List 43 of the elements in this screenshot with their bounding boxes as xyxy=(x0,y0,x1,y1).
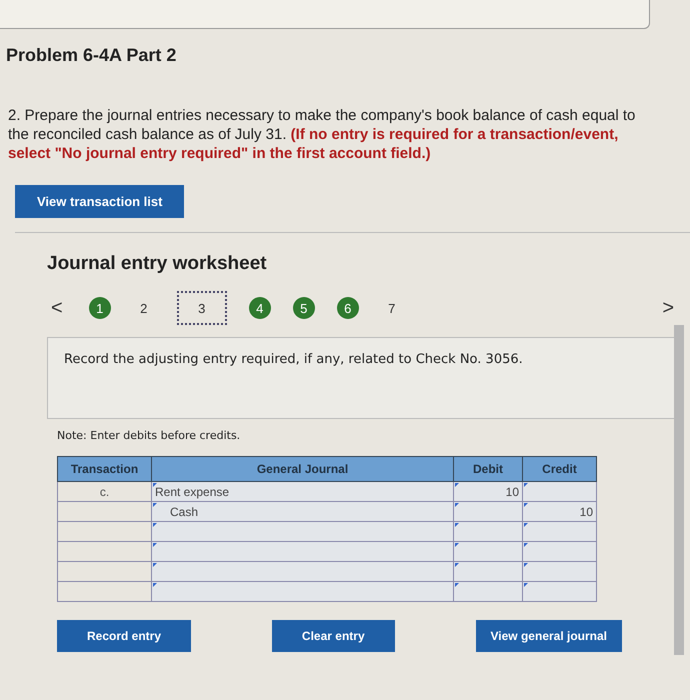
credit-field[interactable] xyxy=(522,542,596,562)
next-button[interactable]: > xyxy=(658,296,678,320)
step-tab[interactable]: 4 xyxy=(248,297,271,319)
account-field[interactable]: Cash xyxy=(152,502,454,522)
credit-field[interactable] xyxy=(522,582,596,602)
step-tab[interactable]: 3 xyxy=(176,291,227,325)
step-tab[interactable]: 1 xyxy=(88,297,111,319)
step-tab[interactable]: 6 xyxy=(336,297,359,319)
account-field[interactable] xyxy=(152,542,454,562)
account-field[interactable] xyxy=(152,582,454,602)
account-field[interactable] xyxy=(152,562,454,582)
debit-field[interactable] xyxy=(454,522,522,542)
credit-field[interactable] xyxy=(522,562,596,582)
account-field[interactable] xyxy=(152,522,454,542)
action-button[interactable]: Clear entry xyxy=(272,620,395,652)
debit-field[interactable]: 10 xyxy=(454,482,522,502)
step-tab[interactable]: 5 xyxy=(292,297,315,319)
account-field[interactable]: Rent expense xyxy=(152,482,454,502)
action-button[interactable]: Record entry xyxy=(57,620,192,652)
previous-button[interactable]: < xyxy=(47,296,67,320)
debit-field[interactable] xyxy=(454,542,522,562)
step-tab[interactable]: 7 xyxy=(380,297,403,319)
instruction-text: 2. Prepare the journal entries necessary to make the company's book balance of cash equal to the reconciled cash balance as of July 31. (If no entry is required for a transaction/event, select "No journal entry required" in the first account field.) xyxy=(8,106,636,163)
action-button[interactable]: View general journal xyxy=(476,620,622,652)
transaction-cell: c. xyxy=(58,482,152,502)
debit-field[interactable] xyxy=(454,562,522,582)
debit-field[interactable] xyxy=(454,582,522,602)
scrollbar[interactable] xyxy=(674,325,684,655)
credit-field[interactable] xyxy=(522,522,596,542)
answer-box[interactable] xyxy=(0,0,650,29)
credit-field[interactable] xyxy=(522,482,596,502)
note-text: Note: Enter debits before credits. xyxy=(57,429,242,442)
view-transaction-list-button[interactable]: View transaction list xyxy=(15,185,184,218)
column-header: Debit xyxy=(454,456,522,482)
worksheet-heading: Journal entry worksheet xyxy=(47,253,268,275)
credit-field[interactable]: 10 xyxy=(522,502,596,522)
problem-title: Problem 6-4A Part 2 xyxy=(6,45,178,66)
debit-field[interactable] xyxy=(454,502,522,522)
column-header: General Journal xyxy=(152,456,454,482)
column-header: Transaction xyxy=(58,456,152,482)
column-header: Credit xyxy=(522,456,596,482)
step-tab[interactable]: 2 xyxy=(132,297,155,319)
prompt-text: Record the adjusting entry required, if any, related to Check No. 3056. xyxy=(64,352,523,367)
